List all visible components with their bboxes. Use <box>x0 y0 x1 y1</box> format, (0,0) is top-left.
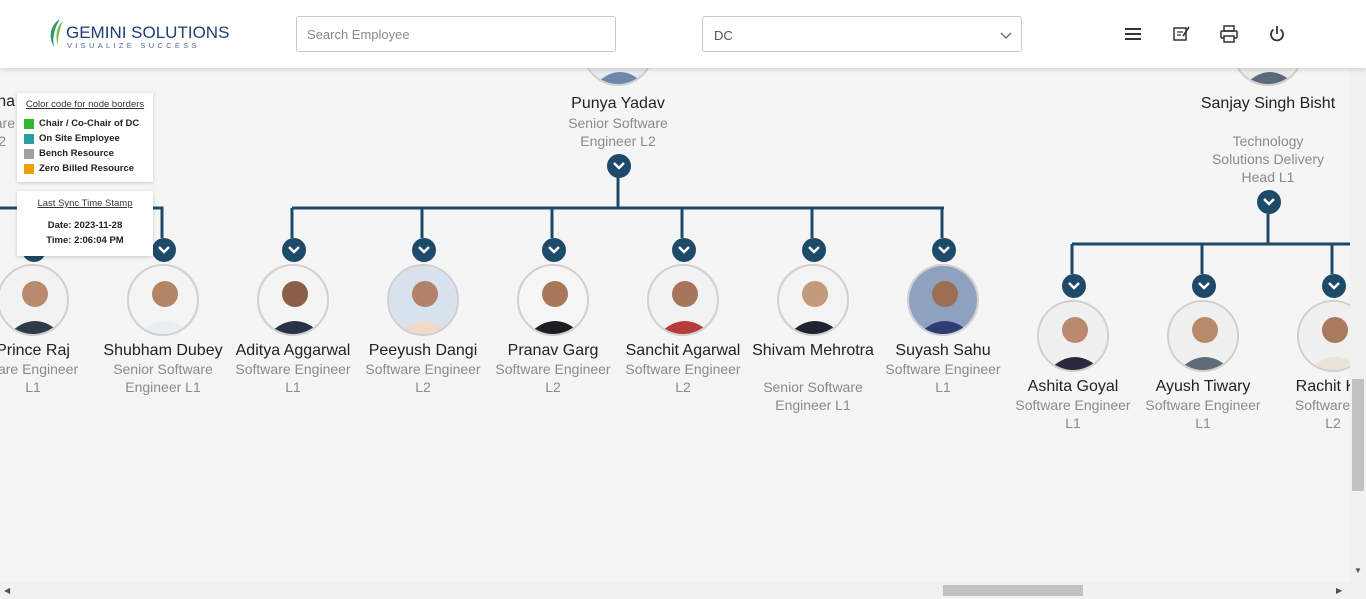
employee-name[interactable]: Aditya Aggarwal <box>218 342 368 360</box>
legend-swatch <box>24 148 34 159</box>
employee-title: Senior Software Engineer L1 <box>763 379 863 413</box>
avatar[interactable] <box>127 264 199 336</box>
avatar[interactable] <box>257 264 329 336</box>
dc-select[interactable]: DC <box>702 16 1022 52</box>
legend-item: Zero Billed Resource <box>23 161 147 176</box>
leaf-logo-icon <box>50 19 63 47</box>
legend-swatch <box>24 118 34 129</box>
expand-toggle[interactable] <box>1322 274 1346 298</box>
scrollbar-corner <box>1350 582 1366 599</box>
chevron-down-icon <box>1328 282 1340 290</box>
vertical-scroll-thumb[interactable] <box>1352 379 1364 491</box>
avatar[interactable] <box>777 264 849 336</box>
scroll-right-arrow-icon[interactable]: ▶ <box>1336 586 1342 595</box>
legend-item: On Site Employee <box>23 131 147 146</box>
legend-item: Bench Resource <box>23 146 147 161</box>
dc-select-value: DC <box>714 28 733 43</box>
legend-item: Chair / Co-Chair of DC <box>23 116 147 131</box>
chevron-down-icon <box>1263 198 1275 206</box>
expand-toggle[interactable] <box>607 154 631 178</box>
chevron-down-icon <box>613 162 625 170</box>
avatar[interactable] <box>1037 300 1109 372</box>
report-icon[interactable] <box>1171 24 1191 44</box>
expand-toggle[interactable] <box>932 238 956 262</box>
employee-title: ware EngineerL1 <box>0 361 79 395</box>
expand-toggle[interactable] <box>1192 274 1216 298</box>
app-header: GEMINI SOLUTIONS VISUALIZE SUCCESS DC <box>0 0 1366 68</box>
chevron-down-icon <box>1068 282 1080 290</box>
legend-title: Color code for node borders <box>25 99 145 110</box>
gemini-logo[interactable]: GEMINI SOLUTIONS VISUALIZE SUCCESS <box>46 17 229 51</box>
chevron-down-icon <box>938 246 950 254</box>
legend-swatch <box>24 133 34 144</box>
chevron-down-icon <box>808 246 820 254</box>
border-color-legend: Color code for node borders Chair / Co-C… <box>17 93 153 182</box>
horizontal-scrollbar[interactable]: ◀ ▶ <box>0 582 1350 599</box>
expand-toggle[interactable] <box>1062 274 1086 298</box>
employee-name[interactable]: Rachit Kar <box>1258 378 1350 396</box>
employee-name[interactable]: Ashita Goyal <box>998 378 1148 396</box>
employee-title: Software Engineer L2 <box>495 361 611 395</box>
scroll-down-arrow-icon[interactable]: ▼ <box>1354 566 1362 575</box>
power-icon[interactable] <box>1267 24 1287 44</box>
chevron-down-icon <box>548 246 560 254</box>
employee-name[interactable]: Pranav Garg <box>478 342 628 360</box>
expand-toggle[interactable] <box>282 238 306 262</box>
avatar[interactable] <box>907 264 979 336</box>
chevron-down-icon <box>288 246 300 254</box>
employee-title: Software Engineer L2 <box>625 361 741 395</box>
chevron-down-icon <box>1000 32 1012 39</box>
org-chart-canvas[interactable]: na are 2 Punya Yadav Senior Software Eng… <box>0 68 1350 582</box>
employee-title: Software Engineer L1 <box>1145 397 1261 431</box>
manager-title: Senior Software Engineer L2 <box>568 115 668 149</box>
avatar[interactable] <box>647 264 719 336</box>
chevron-down-icon <box>1198 282 1210 290</box>
expand-toggle[interactable] <box>802 238 826 262</box>
logo-tagline: VISUALIZE SUCCESS <box>67 41 200 50</box>
expand-toggle[interactable] <box>672 238 696 262</box>
search-employee-input[interactable] <box>296 16 616 52</box>
employee-title: Software EnL2 <box>1294 397 1350 431</box>
partial-person-title-line: 2 <box>0 133 6 149</box>
avatar[interactable] <box>0 264 69 336</box>
chevron-down-icon <box>678 246 690 254</box>
horizontal-scroll-thumb[interactable] <box>943 585 1083 596</box>
employee-title: Software Engineer L1 <box>885 361 1001 395</box>
manager-name[interactable]: Punya Yadav <box>543 95 693 113</box>
employee-title: Software Engineer L1 <box>235 361 351 395</box>
scroll-left-arrow-icon[interactable]: ◀ <box>4 586 10 595</box>
employee-name[interactable]: Sanchit Agarwal <box>608 342 758 360</box>
legend-swatch <box>24 163 34 174</box>
employee-name[interactable]: Ayush Tiwary <box>1128 378 1278 396</box>
manager-name[interactable]: Sanjay Singh Bisht <box>1193 95 1343 113</box>
employee-title: Software Engineer L1 <box>1015 397 1131 431</box>
partial-person-title-line: are <box>0 115 15 131</box>
employee-name[interactable]: Peeyush Dangi <box>348 342 498 360</box>
sync-date: Date: 2023-11-28 <box>47 220 123 231</box>
expand-toggle[interactable] <box>542 238 566 262</box>
employee-name[interactable]: Shubham Dubey <box>88 342 238 360</box>
employee-title: Senior Software Engineer L1 <box>113 361 213 395</box>
employee-name[interactable]: Suyash Sahu <box>868 342 1018 360</box>
employee-name[interactable]: Shivam Mehrotra <box>738 342 888 360</box>
avatar[interactable] <box>387 264 459 336</box>
expand-toggle[interactable] <box>412 238 436 262</box>
chevron-down-icon <box>158 246 170 254</box>
chevron-down-icon <box>418 246 430 254</box>
logo-wordmark: GEMINI SOLUTIONS <box>66 23 230 42</box>
manager-title: Technology Solutions Delivery Head L1 <box>1211 133 1325 185</box>
expand-toggle[interactable] <box>1257 190 1281 214</box>
expand-toggle[interactable] <box>152 238 176 262</box>
sync-time: Time: 2:06:04 PM <box>46 235 124 246</box>
partial-person-name: na <box>0 93 15 110</box>
sync-timestamp-card: Last Sync Time Stamp Date: 2023-11-28 Ti… <box>17 191 153 256</box>
employee-title: Software Engineer L2 <box>365 361 481 395</box>
menu-icon[interactable] <box>1123 24 1143 44</box>
sync-title: Last Sync Time Stamp <box>37 198 133 209</box>
avatar[interactable] <box>1167 300 1239 372</box>
avatar[interactable] <box>517 264 589 336</box>
vertical-scrollbar[interactable]: ▼ <box>1350 68 1366 582</box>
print-icon[interactable] <box>1219 24 1239 44</box>
